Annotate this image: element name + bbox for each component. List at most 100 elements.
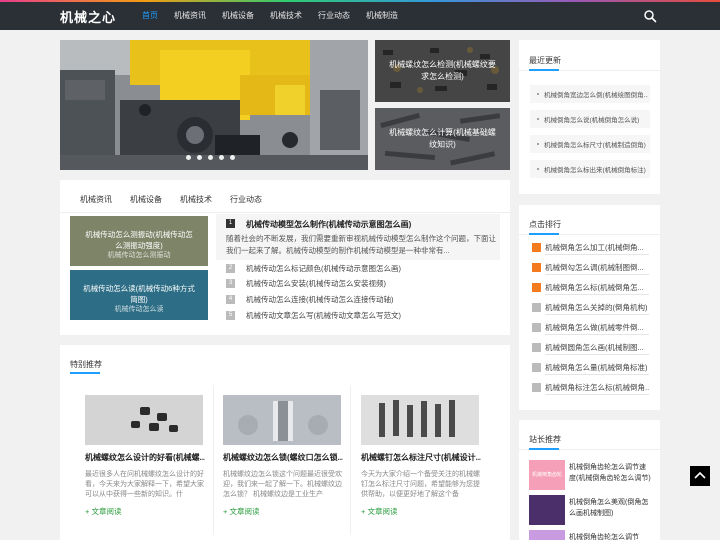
tab-industry[interactable]: 行业动态 [230,194,262,205]
tab-list-item[interactable]: 3 机械传动怎么安装(机械传动怎么安装视频) [226,278,506,290]
tab-thumb-1[interactable]: 机械传动怎么测振动(机械传动怎么测振动强度) 机械传动怎么测振动 [70,216,208,266]
ranking-item-title[interactable]: 机械倒圆角怎么画(机械制图... [545,342,649,353]
list-item-title[interactable]: 机械传动文章怎么写(机械传动文章怎么写范文) [246,310,401,321]
slider-dot[interactable] [219,155,224,160]
ranking-underline [545,394,649,395]
ranking-item-title[interactable]: 机械倒角怎么加工(机械倒角... [545,242,649,253]
tab-list-item[interactable]: 5 机械传动文章怎么写(机械传动文章怎么写范文) [226,310,506,322]
latest-update-title[interactable]: 机械倒角怎么标尺寸(机械制造倒角) [544,139,648,149]
special-section-title: 特别推荐 [70,360,102,369]
ranking-item-title[interactable]: 机械倒角怎么关掉的(倒角机构) [545,302,649,313]
editor-pick-item[interactable]: 机械倒角怎么美观(倒角怎么画机械制图) [529,495,651,525]
tab-thumb-2[interactable]: 机械传动怎么读(机械传动6种方式简图) 机械传动怎么读 [70,270,208,320]
site-logo[interactable]: 机械之心 [60,7,116,26]
recommend-item-image[interactable] [223,395,341,445]
tab-list-item[interactable]: 4 机械传动怎么连接(机械传动怎么连接传动轴) [226,294,506,306]
recommend-item-image[interactable] [361,395,479,445]
hero-slider[interactable] [60,40,368,170]
ranking-underline [545,334,649,335]
slider-dot[interactable] [208,155,213,160]
ranking-item-title[interactable]: 机械倒角怎么量(机械倒角标准) [545,362,649,373]
list-rank-number: 4 [226,295,235,304]
back-to-top-icon[interactable] [690,466,710,486]
thumbnail-label: 机械倒角齿轮 [531,472,562,478]
side-feature-1-caption: 机械螺纹怎么检测(机械螺纹要求怎么检测) [375,40,510,102]
recommend-item-title[interactable]: 机械螺纹怎么设计的好看(机械螺... [85,452,205,463]
ranking-item[interactable]: 机械倒勾怎么调(机械制图倒... [530,261,650,275]
side-feature-2-caption: 机械螺纹怎么计算(机械基础螺纹知识) [375,108,510,170]
tab-news[interactable]: 机械资讯 [80,194,112,205]
featured-article[interactable]: 1 机械传动模型怎么制作(机械传动示意图怎么画) 随着社会的不断发展，我们需要重… [216,214,500,260]
nav-news[interactable]: 机械资讯 [166,2,214,30]
rank-badge [532,303,541,312]
side-feature-2[interactable]: 机械螺纹怎么计算(机械基础螺纹知识) [375,108,510,170]
recommend-item: 机械螺纹怎么设计的好看(机械螺... 最近很多人在问机械螺纹怎么设计的好看，今天… [85,395,205,535]
latest-update-title[interactable]: 机械倒角怎么说(机械倒角怎么说) [544,114,648,124]
column-divider [213,385,214,535]
ranking-item[interactable]: 机械倒角怎么量(机械倒角标准) [530,361,650,375]
nav-manufacturing[interactable]: 机械制造 [358,2,406,30]
recommend-item-title[interactable]: 机械螺纹边怎么锁(螺纹口怎么锁... [223,452,343,463]
editor-pick-title[interactable]: 机械倒角齿轮怎么调节速度(机械倒角齿轮怎么调节) [569,462,651,484]
nav-industry[interactable]: 行业动态 [310,2,358,30]
ranking-item-title[interactable]: 机械倒角怎么做(机械零件倒... [545,322,649,333]
slider-dot[interactable] [197,155,202,160]
nav-home[interactable]: 首页 [134,2,166,30]
read-more-link[interactable]: + 文章阅读 [223,506,259,517]
editor-pick-item[interactable]: 机械倒角齿轮 机械倒角齿轮怎么调节速度(机械倒角齿轮怎么调节) [529,460,651,490]
slider-dot[interactable] [186,155,191,160]
ranking-underline [545,294,649,295]
read-more-link[interactable]: + 文章阅读 [85,506,121,517]
ranking-item[interactable]: 机械倒角标注怎么标(机械倒角... [530,381,650,395]
nav-technology[interactable]: 机械技术 [262,2,310,30]
list-item-title[interactable]: 机械传动怎么安装(机械传动怎么安装视频) [246,278,386,289]
ranking-item[interactable]: 机械倒角怎么关掉的(倒角机构) [530,301,650,315]
tab-thumb-1-sub: 机械传动怎么测振动 [107,252,171,259]
side-feature-1[interactable]: 机械螺纹怎么检测(机械螺纹要求怎么检测) [375,40,510,102]
nav-equipment[interactable]: 机械设备 [214,2,262,30]
editor-pick-title[interactable]: 机械倒角怎么美观(倒角怎么画机械制图) [569,497,651,519]
category-tabs: 机械资讯 机械设备 机械技术 行业动态 [80,194,262,205]
ranking-underline [545,254,649,255]
ranking-item[interactable]: 机械倒圆角怎么画(机械制图... [530,341,650,355]
search-icon[interactable] [643,9,657,23]
ranking-underline [545,374,649,375]
tab-thumb-1-title: 机械传动怎么测振动(机械传动怎么测振动强度) [85,230,193,250]
list-item-title[interactable]: 机械传动怎么连接(机械传动怎么连接传动轴) [246,294,394,305]
ranking-item-title[interactable]: 机械倒角标注怎么标(机械倒角... [545,382,649,393]
list-item-title[interactable]: 机械传动怎么标记颜色(机械传动示意图怎么画) [246,263,401,274]
rank-badge [532,243,541,252]
editor-pick-thumbnail[interactable]: 机械倒角齿轮 [529,460,565,490]
latest-update-item[interactable]: 机械倒角怎么标出来(机械倒角标注) [530,160,650,178]
latest-update-item[interactable]: 机械倒角怎么标尺寸(机械制造倒角) [530,135,650,153]
latest-update-title[interactable]: 机械倒角宽边怎么倒(机械绘图倒角... [544,89,648,99]
ranking-item-title[interactable]: 机械倒角怎么标(机械倒角怎... [545,282,649,293]
recommend-item-desc: 今天为大家介绍一个备受关注的机械螺钉怎么标注尺寸问题，希望能够为您提供帮助，以便… [361,471,480,498]
ranking-item[interactable]: 机械倒角怎么做(机械零件倒... [530,321,650,335]
editor-pick-thumbnail[interactable] [529,495,565,525]
latest-update-title[interactable]: 机械倒角怎么标出来(机械倒角标注) [544,164,648,174]
tab-thumb-2-sub: 机械传动怎么读 [114,306,164,313]
ranking-item[interactable]: 机械倒角怎么标(机械倒角怎... [530,281,650,295]
editor-pick-item[interactable]: 机械倒角齿轮怎么调节 [529,530,651,540]
read-more-link[interactable]: + 文章阅读 [361,506,397,517]
column-divider [350,385,351,535]
tab-technology[interactable]: 机械技术 [180,194,212,205]
latest-update-item[interactable]: 机械倒角宽边怎么倒(机械绘图倒角... [530,85,650,103]
recommend-item: 机械螺纹边怎么锁(螺纹口怎么锁... 机械螺纹边怎么锁这个问题最近很受欢迎，我们… [223,395,343,535]
bullet [537,168,539,170]
slider-dot[interactable] [230,155,235,160]
editor-pick-thumbnail[interactable] [529,530,565,540]
recommend-item: 机械螺钉怎么标注尺寸(机械设计... 今天为大家介绍一个备受关注的机械螺钉怎么标… [361,395,481,535]
featured-title[interactable]: 机械传动模型怎么制作(机械传动示意图怎么画) [246,219,411,230]
recommend-item-image[interactable] [85,395,203,445]
tab-equipment[interactable]: 机械设备 [130,194,162,205]
recommend-item-desc: 最近很多人在问机械螺纹怎么设计的好看，今天来为大家解释一下，希望大家可以从中获得… [85,471,204,498]
tab-list-item[interactable]: 2 机械传动怎么标记颜色(机械传动示意图怎么画) [226,263,506,275]
recommend-item-title[interactable]: 机械螺钉怎么标注尺寸(机械设计... [361,452,481,463]
ranking-item-title[interactable]: 机械倒勾怎么调(机械制图倒... [545,262,649,273]
latest-update-item[interactable]: 机械倒角怎么说(机械倒角怎么说) [530,110,650,128]
list-rank-number: 3 [226,279,235,288]
editor-pick-title[interactable]: 机械倒角齿轮怎么调节 [569,532,651,540]
ranking-item[interactable]: 机械倒角怎么加工(机械倒角... [530,241,650,255]
